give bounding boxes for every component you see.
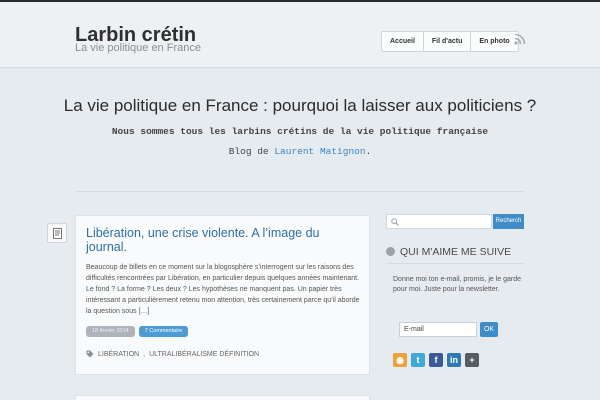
- linkedin-icon[interactable]: in: [447, 353, 461, 367]
- twitter-icon-glyph: t: [416, 355, 420, 365]
- search-input[interactable]: [386, 214, 492, 229]
- search-button[interactable]: Recherch: [493, 214, 524, 229]
- tag-liberation[interactable]: LIBÉRATION: [98, 351, 139, 358]
- nav-item-accueil[interactable]: Accueil: [382, 32, 424, 51]
- email-field[interactable]: E-mail: [399, 322, 477, 337]
- next-post-card: [75, 395, 370, 400]
- comments-badge[interactable]: 7 Commentaire: [138, 326, 189, 337]
- hero-divider: [75, 191, 525, 192]
- post-meta: 18 février 2014 7 Commentaire: [86, 326, 189, 337]
- document-icon: [47, 223, 67, 243]
- widget-title-text: QUI M'AIME ME SUIVE: [400, 246, 512, 258]
- byline-suffix: .: [365, 146, 372, 157]
- google-plus-icon[interactable]: +: [465, 353, 479, 367]
- post-date-badge: 18 février 2014: [86, 326, 135, 337]
- widget-bullet-icon: [386, 247, 395, 256]
- main-nav: Accueil Fil d'actu En photo: [381, 31, 519, 52]
- social-links: ◉ t f in +: [393, 353, 479, 367]
- twitter-icon[interactable]: t: [411, 353, 425, 367]
- post-tags: LIBÉRATION, ULTRALIBÉRALISME DÉFINITION: [86, 350, 259, 358]
- post-title[interactable]: Libération, une crise violente. A l’imag…: [86, 226, 356, 254]
- linkedin-icon-glyph: in: [450, 355, 458, 365]
- site-header: Larbin crétin La vie politique en France…: [0, 2, 600, 68]
- rss-icon-glyph: ◉: [396, 355, 404, 365]
- hero-subtitle: Nous sommes tous les larbins crétins de …: [111, 126, 489, 137]
- facebook-icon[interactable]: f: [429, 353, 443, 367]
- search-icon: [391, 218, 399, 226]
- newsletter-widget-title: QUI M'AIME ME SUIVE: [386, 246, 511, 258]
- rss-icon[interactable]: [514, 33, 526, 45]
- site-tagline: La vie politique en France: [75, 42, 201, 54]
- tag-separator: ,: [143, 350, 146, 358]
- nav-item-en-photo[interactable]: En photo: [471, 32, 517, 51]
- subscribe-ok-button[interactable]: OK: [480, 322, 498, 337]
- nav-item-fil-dactu[interactable]: Fil d'actu: [424, 32, 472, 51]
- widget-divider: [386, 263, 525, 264]
- hero: La vie politique en France : pourquoi la…: [0, 95, 600, 157]
- google-plus-icon-glyph: +: [469, 355, 475, 365]
- hero-title: La vie politique en France : pourquoi la…: [63, 96, 537, 115]
- post-excerpt: Beaucoup de billets en ce moment sur la …: [86, 264, 360, 315]
- tag-ultraliberalisme[interactable]: ULTRALIBÉRALISME DÉFINITION: [149, 351, 259, 358]
- tag-icon: [86, 350, 94, 358]
- rss-icon[interactable]: ◉: [393, 353, 407, 367]
- newsletter-text: Donne moi ton e-mail, promis, je le gard…: [393, 276, 522, 293]
- byline-prefix: Blog de: [228, 146, 269, 157]
- hero-byline: Blog de Laurent Matignon.: [0, 146, 600, 157]
- post-card: Libération, une crise violente. A l’imag…: [75, 215, 370, 375]
- author-link[interactable]: Laurent Matignon: [274, 146, 365, 157]
- facebook-icon-glyph: f: [434, 355, 438, 365]
